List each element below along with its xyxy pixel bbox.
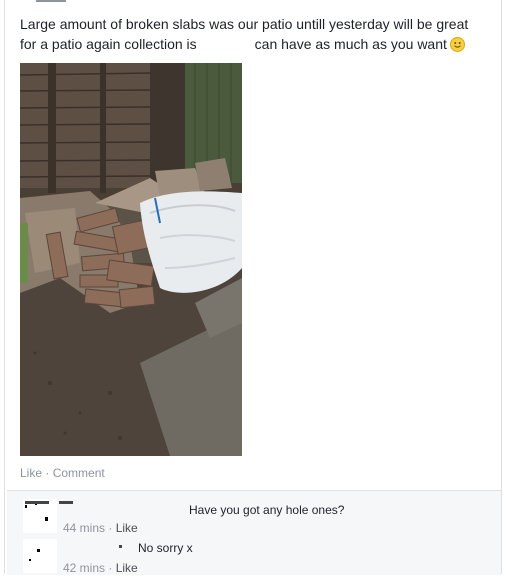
actions-separator: · — [42, 466, 53, 480]
comment-2: No sorry x 42 mins · Like — [7, 537, 501, 577]
post-actions: Like · Comment — [20, 466, 105, 480]
post-text: Large amount of broken slabs was our pat… — [20, 14, 490, 54]
post-text-line-2a: for a patio again collection is — [20, 36, 197, 52]
comment-like-link[interactable]: Like — [116, 561, 138, 575]
post-photo[interactable] — [20, 63, 242, 456]
comment-meta: 42 mins · Like — [63, 561, 138, 575]
comment-text: Have you got any hole ones? — [189, 503, 345, 517]
avatar[interactable] — [23, 539, 57, 573]
comments-section: Have you got any hole ones? 44 mins · Li… — [7, 490, 501, 575]
like-link[interactable]: Like — [20, 466, 42, 480]
smile-emoji-icon — [449, 37, 465, 52]
comment-text: No sorry x — [138, 541, 193, 555]
comment-1: Have you got any hole ones? 44 mins · Li… — [7, 497, 501, 537]
post-card: Large amount of broken slabs was our pat… — [4, 0, 502, 575]
post-header-divider — [36, 0, 66, 2]
comment-link[interactable]: Comment — [53, 466, 105, 480]
comment-like-link[interactable]: Like — [116, 521, 138, 535]
comment-author-redacted — [119, 545, 122, 548]
post-text-line-2b: can have as much as you want — [254, 36, 447, 52]
meta-separator: · — [105, 521, 116, 535]
comment-time[interactable]: 44 mins — [63, 521, 105, 535]
comment-time[interactable]: 42 mins — [63, 561, 105, 575]
comment-author-redacted — [25, 501, 49, 504]
post-text-line-1: Large amount of broken slabs was our pat… — [20, 16, 469, 32]
comment-author-redacted — [59, 501, 73, 504]
comment-meta: 44 mins · Like — [63, 521, 138, 535]
meta-separator: · — [105, 561, 116, 575]
avatar[interactable] — [23, 499, 57, 533]
